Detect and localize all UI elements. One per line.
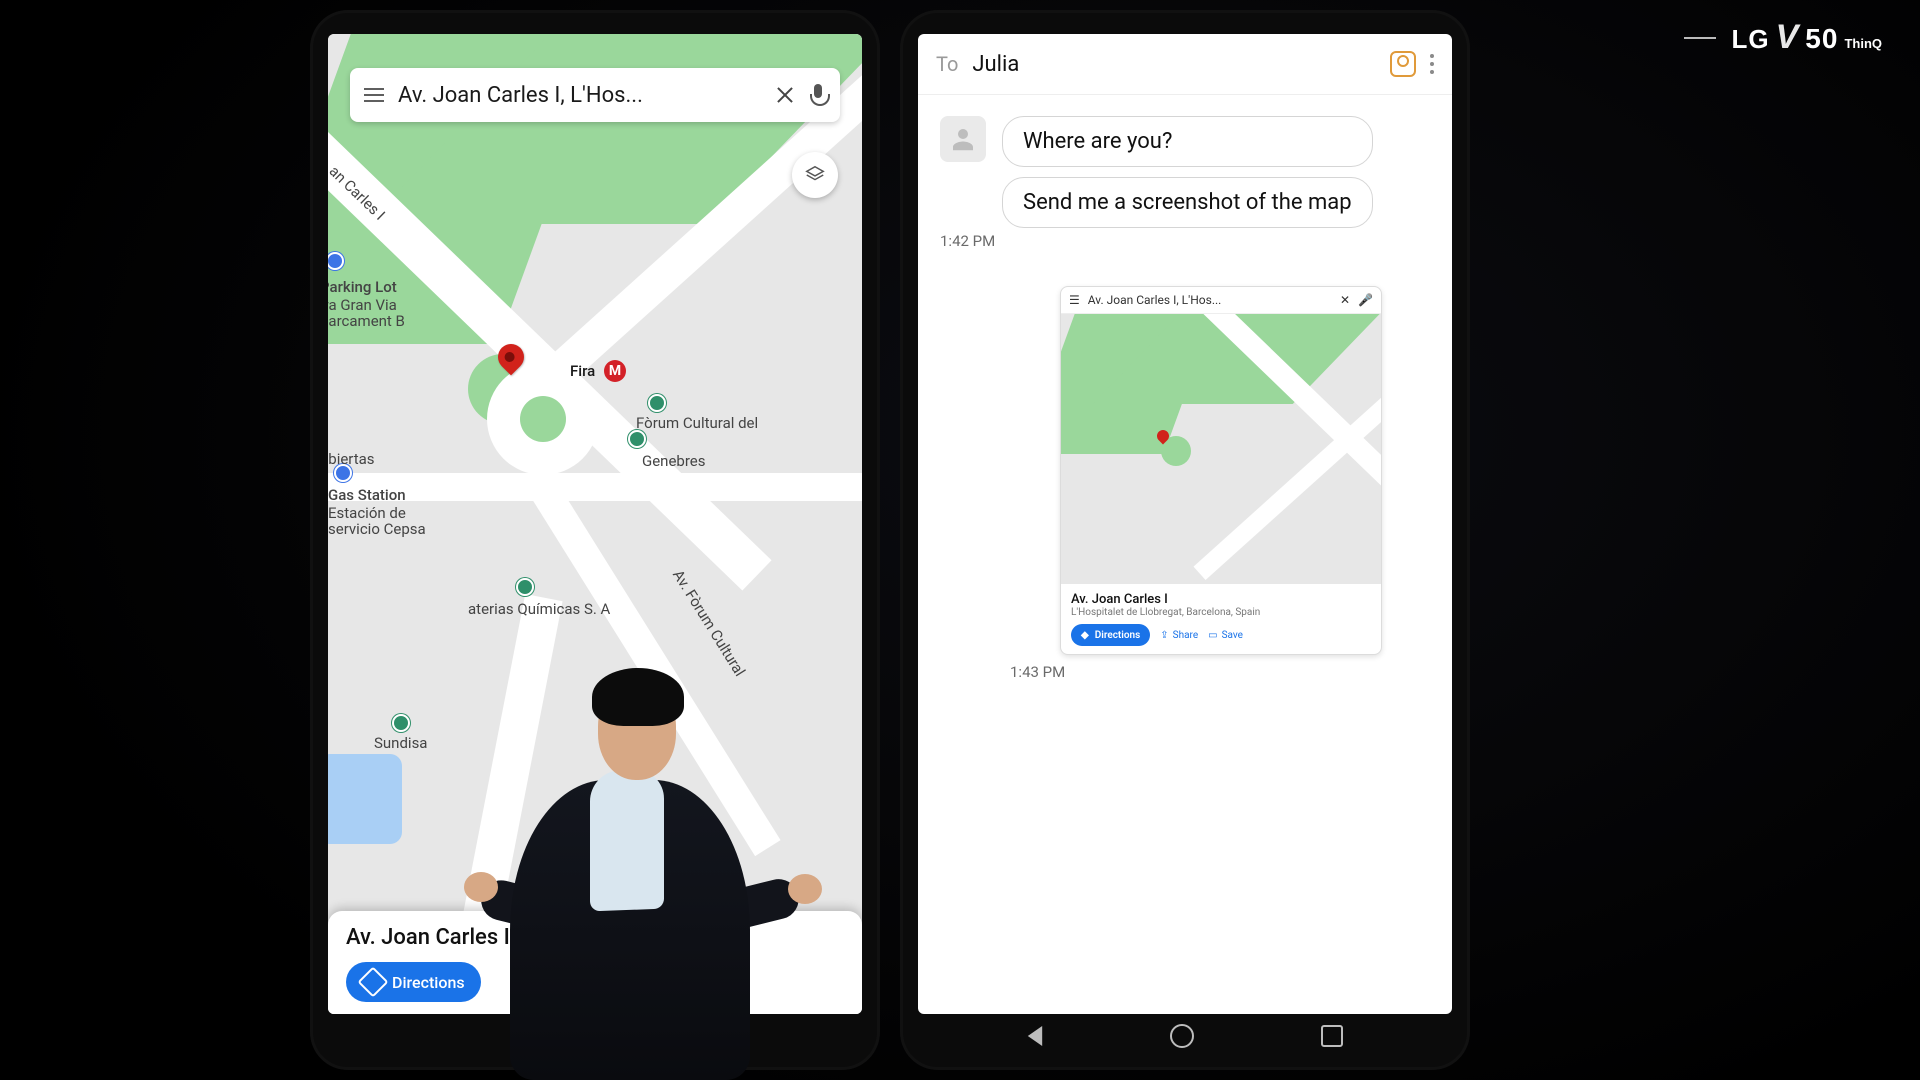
map-roundabout-center: [520, 396, 566, 442]
directions-icon: [357, 966, 388, 997]
poi-icon: [516, 578, 534, 596]
map-poi-sundisa[interactable]: [392, 714, 410, 732]
directions-icon: ◆: [1081, 630, 1089, 641]
map-poi-genebres-label: Genebres: [642, 452, 705, 470]
close-icon: ✕: [1340, 293, 1350, 307]
search-query[interactable]: Av. Joan Carles I, L'Hos...: [398, 83, 760, 108]
brand-rule: [1684, 37, 1716, 39]
save-icon: ▭: [1208, 630, 1217, 641]
mic-icon: 🎤: [1358, 293, 1373, 307]
overflow-icon[interactable]: [1430, 54, 1434, 74]
incoming-group: Where are you? Send me a screenshot of t…: [940, 116, 1430, 228]
mic-icon[interactable]: [810, 84, 826, 106]
parking-icon: [328, 252, 344, 270]
attachment-query: Av. Joan Carles I, L'Hos...: [1088, 293, 1332, 307]
poi-icon: [392, 714, 410, 732]
presenter-hand: [788, 874, 822, 904]
attachment-save-button[interactable]: ▭Save: [1208, 630, 1243, 641]
nav-recents-icon[interactable]: [1321, 1025, 1343, 1047]
clear-icon[interactable]: [774, 84, 796, 106]
map-pin-label: Fira: [570, 362, 595, 380]
attachment-subtitle: L'Hospitalet de Llobregat, Barcelona, Sp…: [1071, 607, 1371, 618]
brand-badge: LG V 50 ThinQ: [1684, 18, 1883, 57]
map-poi-parking-label: Parking Lot: [328, 278, 397, 296]
presenter-hand: [464, 872, 498, 902]
nav-back-icon[interactable]: [1028, 1026, 1042, 1046]
attachment-title: Av. Joan Carles I: [1071, 592, 1371, 607]
nav-bar-right: [900, 1016, 1470, 1056]
attachment-footer: Av. Joan Carles I L'Hospitalet de Llobre…: [1061, 584, 1381, 654]
message-thread[interactable]: Where are you? Send me a screenshot of t…: [918, 94, 1452, 1014]
brand-lg: LG: [1732, 24, 1770, 55]
presentation-stage: LG V 50 ThinQ an Carle: [0, 0, 1920, 1080]
phone-right-screen: To Julia Where are you? Send me a screen…: [918, 34, 1452, 1014]
poi-icon: [648, 394, 666, 412]
attachment-search-bar: ☰ Av. Joan Carles I, L'Hos... ✕ 🎤: [1061, 287, 1381, 314]
layers-icon: [804, 164, 826, 186]
share-icon: ⇪: [1160, 630, 1168, 641]
map-poi-parking-sub2: parcament B: [328, 312, 405, 330]
avatar-icon[interactable]: [940, 116, 986, 162]
metro-icon[interactable]: M: [604, 360, 626, 382]
brand-v: V: [1776, 18, 1800, 57]
menu-icon[interactable]: [364, 84, 384, 106]
poi-icon: [628, 430, 646, 448]
map-attachment[interactable]: ☰ Av. Joan Carles I, L'Hos... ✕ 🎤: [1060, 286, 1382, 655]
map-poi-parking[interactable]: [328, 252, 344, 270]
brand-num: 50: [1805, 23, 1838, 55]
nav-home-icon[interactable]: [1170, 1024, 1194, 1048]
message-bubble[interactable]: Send me a screenshot of the map: [1002, 177, 1373, 228]
map-poi-forum[interactable]: [648, 394, 666, 412]
presenter-hair: [592, 668, 684, 726]
header-contact-name[interactable]: Julia: [972, 52, 1019, 77]
message-bubble[interactable]: Where are you?: [1002, 116, 1373, 167]
map-poi-gas-label: Gas Station: [328, 486, 406, 504]
contact-icon[interactable]: [1390, 51, 1416, 77]
message-time: 1:43 PM: [1010, 663, 1430, 681]
presenter-shirt: [590, 769, 664, 912]
brand-thinq: ThinQ: [1844, 36, 1882, 51]
attachment-map: [1061, 314, 1381, 584]
map-poi-quimicas[interactable]: [516, 578, 534, 596]
message-time: 1:42 PM: [940, 232, 1400, 250]
message-header: To Julia: [918, 34, 1452, 95]
layers-button[interactable]: [792, 152, 838, 198]
map-poi-forum-label: Fòrum Cultural del: [636, 414, 758, 432]
header-to-label: To: [936, 52, 958, 76]
map-poi-gas-sub2: servicio Cepsa: [328, 520, 426, 538]
attachment-share-button[interactable]: ⇪Share: [1160, 630, 1198, 641]
map-poi-sundisa-label: Sundisa: [374, 734, 427, 752]
attachment-directions-button[interactable]: ◆ Directions: [1071, 624, 1150, 646]
map-poi-quimicas-label: aterias Químicas S. A: [468, 600, 610, 618]
map-water: [328, 754, 402, 844]
map-poi-genebres[interactable]: [628, 430, 646, 448]
map-poi-ubiertas-label: ubiertas: [328, 450, 375, 468]
map-road: [328, 474, 862, 500]
maps-search-bar[interactable]: Av. Joan Carles I, L'Hos...: [350, 68, 840, 122]
phone-right: To Julia Where are you? Send me a screen…: [900, 10, 1470, 1070]
presenter: [440, 650, 820, 1080]
